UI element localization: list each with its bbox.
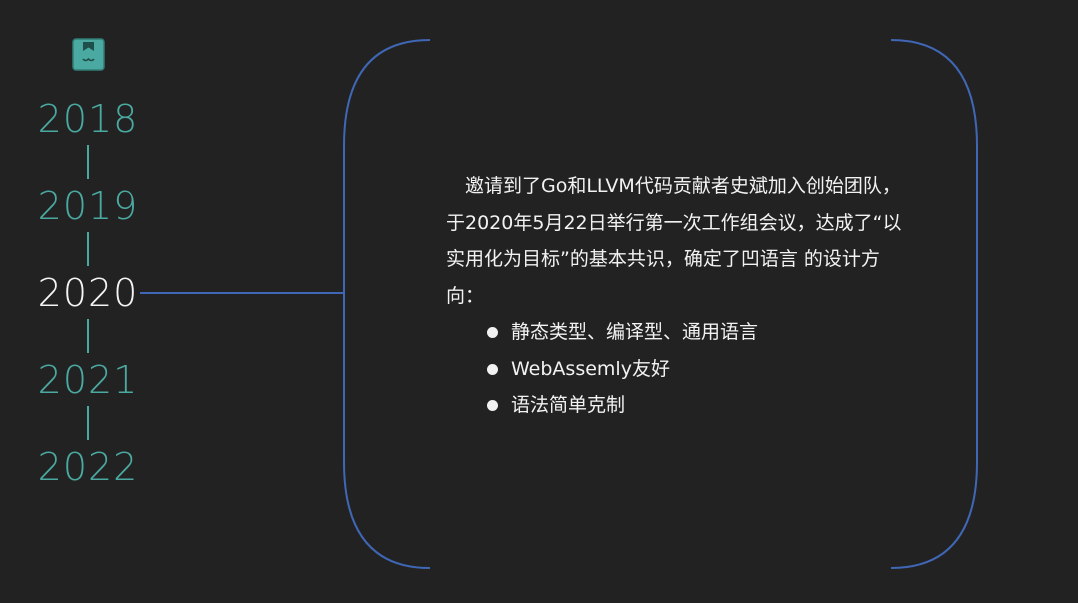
timeline-divider xyxy=(87,232,89,266)
list-item: 静态类型、编译型、通用语言 xyxy=(487,314,906,351)
bullet-icon xyxy=(487,327,498,338)
list-item: WebAssemly友好 xyxy=(487,351,906,388)
year-2020-active[interactable]: 2020 xyxy=(36,269,140,317)
timeline-divider xyxy=(87,406,89,440)
year-2022[interactable]: 2022 xyxy=(36,443,140,491)
bookmark-box-icon xyxy=(72,38,105,71)
bullet-icon xyxy=(487,400,498,411)
timeline-connector-line xyxy=(140,292,344,294)
milestone-description: 邀请到了Go和LLVM代码贡献者史斌加入创始团队，于2020年5月22日举行第一… xyxy=(446,168,906,424)
year-2018[interactable]: 2018 xyxy=(36,95,140,143)
list-item-text: 静态类型、编译型、通用语言 xyxy=(511,321,759,343)
list-item-text: 语法简单克制 xyxy=(511,394,626,416)
design-direction-list: 静态类型、编译型、通用语言 WebAssemly友好 语法简单克制 xyxy=(446,314,906,424)
year-2019[interactable]: 2019 xyxy=(36,182,140,230)
bullet-icon xyxy=(487,363,498,375)
timeline-divider xyxy=(87,319,89,353)
year-2021[interactable]: 2021 xyxy=(36,356,140,404)
timeline-divider xyxy=(87,145,89,179)
milestone-paragraph: 邀请到了Go和LLVM代码贡献者史斌加入创始团队，于2020年5月22日举行第一… xyxy=(446,175,902,307)
list-item-text: WebAssemly友好 xyxy=(511,357,670,380)
list-item: 语法简单克制 xyxy=(487,387,906,424)
